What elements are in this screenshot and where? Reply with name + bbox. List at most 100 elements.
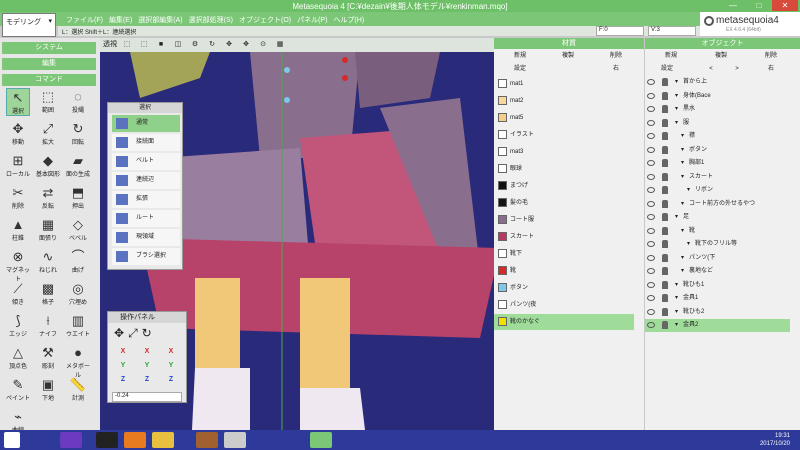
menu-help[interactable]: ヘルプ(H) [333,15,364,25]
lock-icon[interactable] [662,307,668,316]
system-section[interactable]: システム [2,42,96,54]
expand-icon[interactable]: ▾ [681,130,684,143]
tool-15[interactable]: ⊗ マグネット [6,248,30,283]
tool-3[interactable]: ✥ 移動 [6,120,30,148]
visibility-icon[interactable] [647,241,655,247]
material-row[interactable]: パンツ(夜 [494,297,634,313]
tool-5[interactable]: ↻ 回転 [66,120,90,148]
object-next-button[interactable]: > [727,64,747,74]
object-row[interactable]: ▾ 襟 [645,130,790,143]
viewport-tool-4[interactable]: ◫ [171,39,185,50]
tool-13[interactable]: ▦ 面張り [36,216,60,244]
tool-0[interactable]: ↖ 選択 [6,88,30,116]
tool-18[interactable]: ⟋ 傾き [6,280,30,308]
lock-icon[interactable] [662,132,668,140]
visibility-icon[interactable] [647,160,655,166]
material-row[interactable]: 眼球 [494,161,634,177]
menu-selection-process[interactable]: 選択部処理(S) [189,15,233,25]
material-row[interactable]: まつげ [494,178,634,194]
metasequoia-task-icon[interactable] [310,432,332,448]
expand-icon[interactable]: ▾ [675,103,678,116]
tool-14[interactable]: ◇ ベベル [66,216,90,244]
object-row[interactable]: ▾ リボン [645,184,790,197]
app-icon-2[interactable] [224,432,246,448]
expand-icon[interactable]: ▾ [675,76,678,89]
select-mode-0[interactable]: 通常 [112,115,180,132]
select-mode-6[interactable]: 現領域 [112,229,180,246]
expand-icon[interactable]: ▾ [675,306,678,319]
lock-icon[interactable] [662,91,668,100]
lock-icon[interactable] [662,159,668,167]
tool-27[interactable]: ✎ ペイント [6,376,30,404]
expand-icon[interactable]: ▾ [681,144,684,157]
material-row[interactable]: mat2 [494,93,634,109]
lock-icon[interactable] [662,172,668,181]
visibility-icon[interactable] [647,227,655,234]
material-row[interactable]: コート服 [494,212,634,228]
expand-icon[interactable]: ▾ [681,252,684,265]
object-prev-button[interactable]: < [701,64,721,74]
object-row[interactable]: ▾ コート前方の外せるやつ [645,198,790,211]
viewport-tool-0[interactable]: 透視 [103,39,117,50]
op-axis-button[interactable]: X [112,346,134,357]
lock-icon[interactable] [662,240,668,248]
expand-icon[interactable]: ▾ [681,225,684,238]
expand-icon[interactable]: ▾ [675,292,678,305]
lock-icon[interactable] [662,105,668,113]
viewport-tool-1[interactable]: ⬚ [120,39,134,50]
explorer-icon[interactable] [152,432,174,448]
expand-icon[interactable]: ▾ [681,198,684,211]
viewport-tool-2[interactable]: ⬚ [137,39,151,50]
op-axis-button[interactable]: Y [160,360,182,371]
visibility-icon[interactable] [647,173,655,180]
object-row[interactable]: ▾ 靴 [645,225,790,238]
material-row[interactable]: スカート [494,229,634,245]
viewport-tool-7[interactable]: ✥ [222,39,236,50]
object-duplicate-button[interactable]: 複製 [699,51,743,61]
visibility-icon[interactable] [647,281,655,288]
object-row[interactable]: ▾ 裏地など [645,265,790,278]
tool-12[interactable]: ▲ 柱錐 [6,216,30,244]
material-row[interactable]: mat5 [494,110,634,126]
material-right-button[interactable]: 右 [594,64,638,74]
viewport-tool-9[interactable]: ⊙ [256,39,270,50]
minimize-button[interactable]: — [720,0,746,11]
visibility-icon[interactable] [647,79,655,85]
tool-25[interactable]: ⚒ 彫刻 [36,344,60,372]
op-axis-button[interactable]: Y [112,360,134,371]
expand-icon[interactable]: ▾ [675,117,678,130]
app-icon[interactable] [196,432,218,448]
select-mode-1[interactable]: 接続面 [112,134,180,151]
tool-9[interactable]: ✂ 削除 [6,184,30,212]
expand-icon[interactable]: ▾ [675,90,678,103]
visibility-icon[interactable] [647,106,655,112]
select-mode-2[interactable]: ベルト [112,153,180,170]
object-row[interactable]: ▾ ボタン [645,144,790,157]
command-section[interactable]: コマンド [2,74,96,86]
close-button[interactable]: ✕ [772,0,798,11]
object-row[interactable]: ▾ 金具1 [645,292,790,305]
lock-icon[interactable] [662,226,668,235]
tool-8[interactable]: ▰ 面の生成 [66,152,90,180]
viewport-tool-3[interactable]: ■ [154,39,168,50]
expand-icon[interactable]: ▾ [681,157,684,170]
material-row[interactable]: イラスト [494,127,634,143]
tool-20[interactable]: ◎ 穴埋め [66,280,90,308]
viewport-tool-6[interactable]: ↻ [205,39,219,50]
material-row[interactable]: 髪の毛 [494,195,634,211]
tool-1[interactable]: ⬚ 範囲 [36,88,60,116]
object-row[interactable]: ▾ 靴下のフリル等 [645,238,790,251]
visibility-icon[interactable] [647,254,655,261]
tool-16[interactable]: ∿ ねじれ [36,248,60,276]
lock-icon[interactable] [662,213,668,221]
tool-2[interactable]: ◌ 投縄 [66,88,90,116]
material-new-button[interactable]: 新規 [498,51,542,61]
op-axis-button[interactable]: Y [136,360,158,371]
select-mode-5[interactable]: ルート [112,210,180,227]
material-delete-button[interactable]: 削除 [594,51,638,61]
tool-22[interactable]: ⟊ ナイフ [36,312,60,340]
material-row[interactable]: 靴下 [494,246,634,262]
lock-icon[interactable] [662,145,668,154]
tool-29[interactable]: 📏 計測 [66,376,90,404]
material-row[interactable]: mat3 [494,144,634,160]
